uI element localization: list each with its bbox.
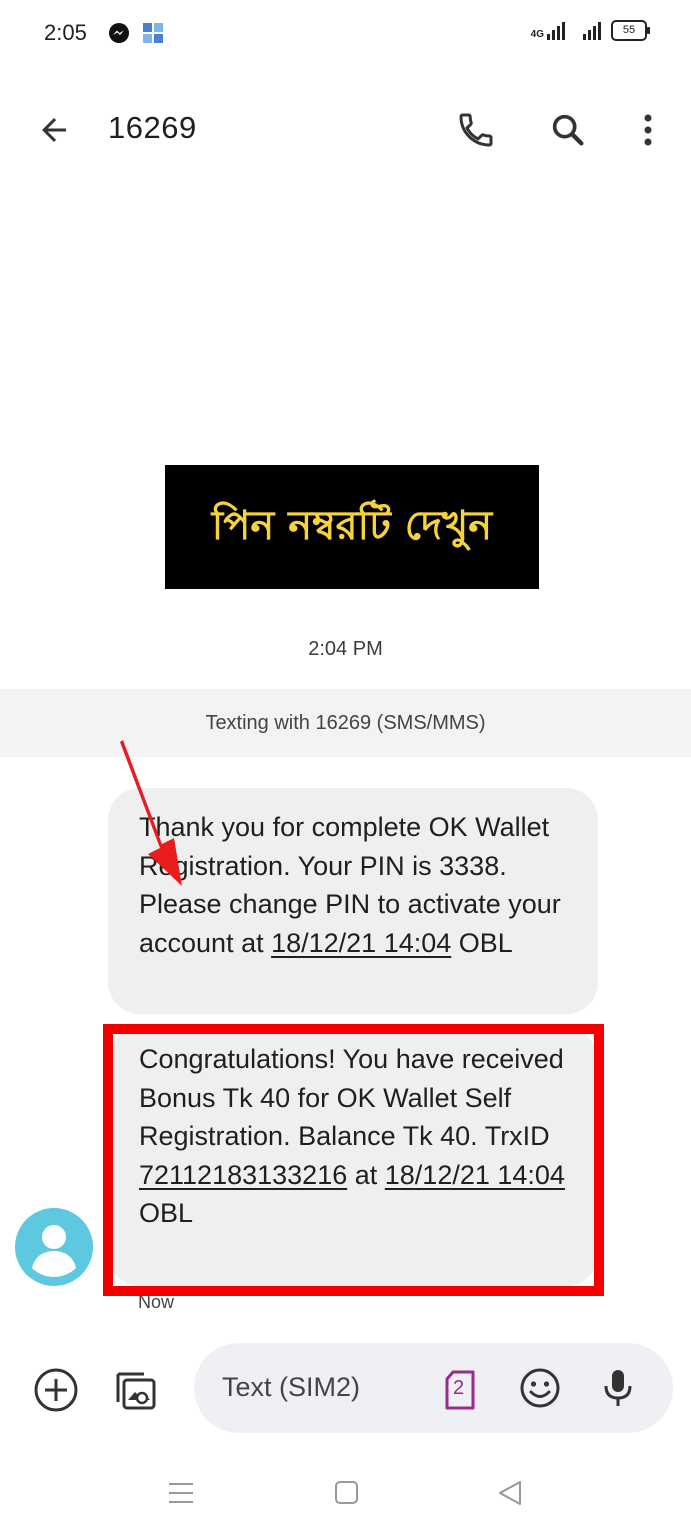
gallery-icon — [116, 1372, 156, 1410]
sim-select-button[interactable]: 2 — [440, 1368, 480, 1412]
status-time: 2:05 — [44, 20, 87, 45]
red-arrow-annotation — [120, 740, 182, 886]
status-system-icons: 4G 55 — [530, 20, 650, 41]
menu-icon — [169, 1483, 193, 1503]
red-highlight-box — [103, 1024, 604, 1296]
conversation-title: 16269 — [108, 110, 197, 145]
call-button[interactable] — [454, 108, 498, 152]
mic-icon — [604, 1370, 632, 1406]
back-triangle-icon — [499, 1481, 521, 1505]
gallery-button[interactable] — [110, 1364, 162, 1416]
network-type-label: 4G — [530, 28, 544, 40]
message-text-end: OBL — [451, 927, 513, 958]
message-time-label: Now — [138, 1292, 175, 1312]
message-timestamp: 2:04 PM — [308, 638, 383, 660]
search-button[interactable] — [546, 108, 590, 152]
more-options-button[interactable] — [630, 108, 666, 152]
signal-4g-icon: 4G — [530, 21, 565, 40]
image-message[interactable]: পিন নম্বরটি দেখুন — [165, 465, 539, 589]
messenger-icon — [109, 23, 129, 43]
person-icon — [32, 1225, 76, 1277]
signal-icon — [583, 21, 601, 40]
image-message-text: পিন নম্বরটি দেখুন — [211, 502, 493, 549]
sim-number: 2 — [453, 1377, 465, 1399]
back-nav-button[interactable] — [496, 1478, 526, 1508]
emoji-icon — [520, 1368, 560, 1408]
home-button[interactable] — [332, 1478, 362, 1508]
search-icon — [552, 114, 584, 146]
battery-icon: 55 — [611, 20, 650, 41]
avatar[interactable] — [15, 1208, 93, 1286]
recent-apps-button[interactable] — [166, 1478, 196, 1508]
date-link[interactable]: 18/12/21 14:04 — [271, 928, 451, 958]
message-input-placeholder: Text (SIM2) — [222, 1372, 361, 1402]
add-icon — [34, 1368, 78, 1412]
back-arrow-icon — [42, 118, 66, 142]
more-vert-icon — [644, 114, 652, 146]
texting-info-text: Texting with 16269 (SMS/MMS) — [205, 711, 486, 734]
emoji-button[interactable] — [516, 1364, 564, 1412]
back-button[interactable] — [34, 110, 74, 150]
app-notification-icon — [143, 23, 163, 43]
home-square-icon — [335, 1481, 358, 1504]
add-attachment-button[interactable] — [30, 1364, 82, 1416]
texting-info-banner: Texting with 16269 (SMS/MMS) — [0, 689, 691, 757]
phone-icon — [459, 113, 493, 147]
status-notification-icons — [108, 22, 164, 44]
voice-input-button[interactable] — [596, 1364, 640, 1412]
